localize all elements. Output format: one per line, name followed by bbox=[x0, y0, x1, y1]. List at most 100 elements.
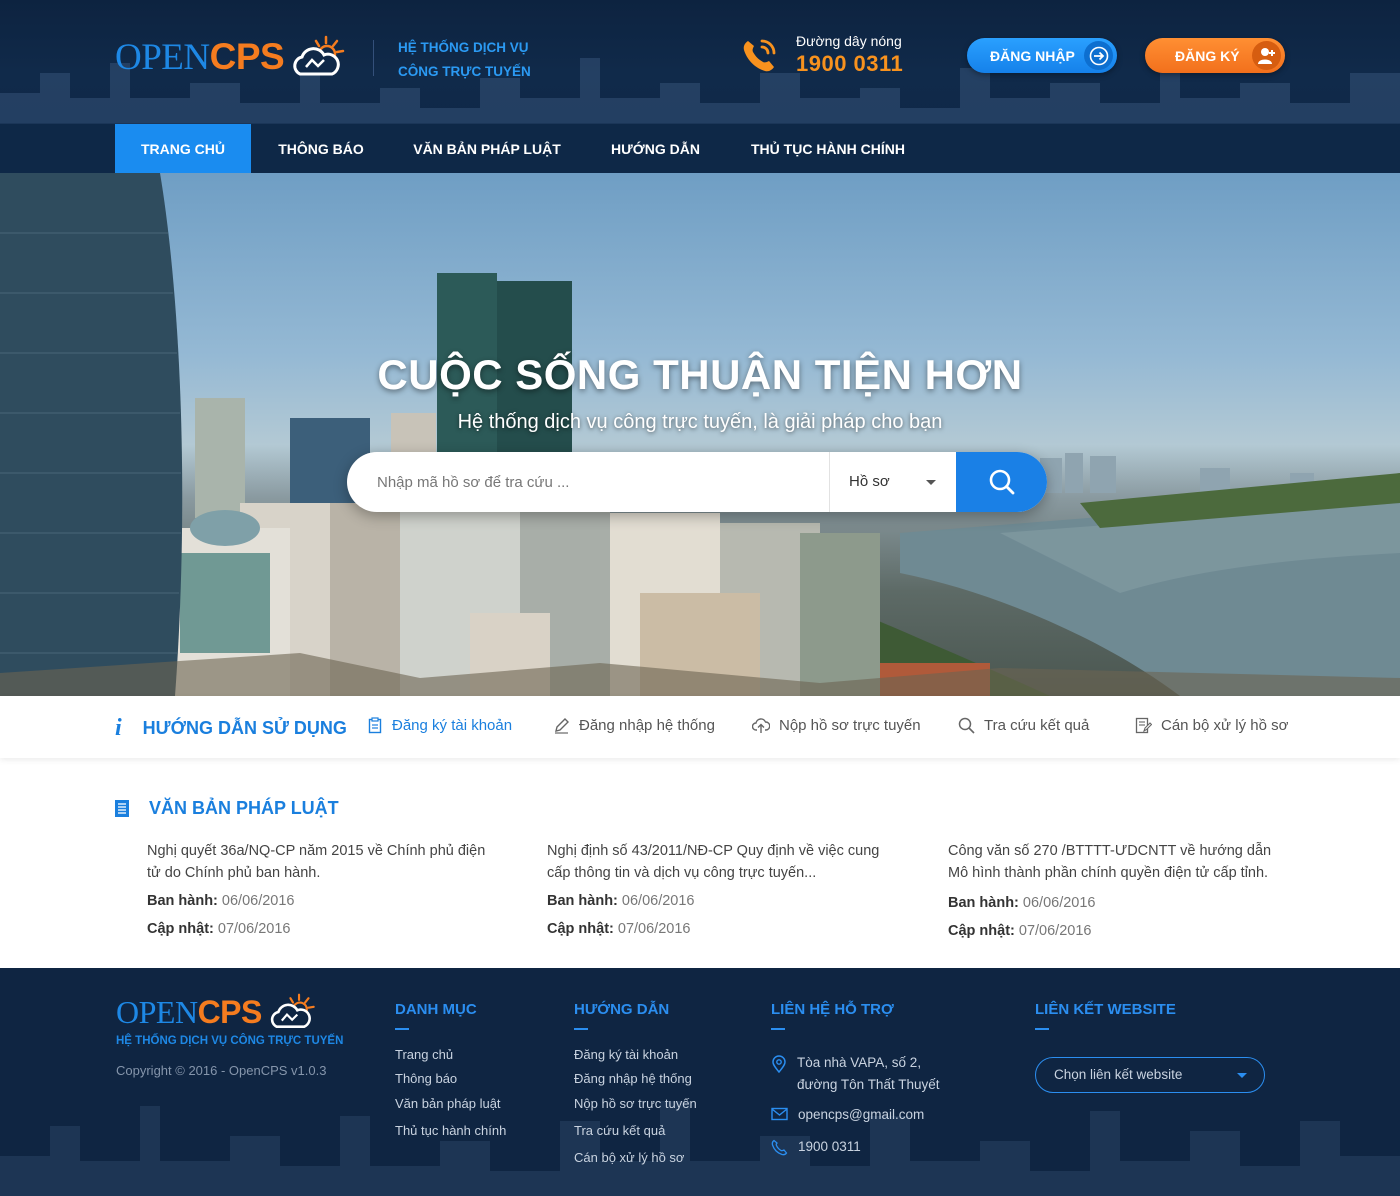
caret-down-icon bbox=[1237, 1073, 1247, 1078]
address-line-2: đường Tôn Thất Thuyết bbox=[797, 1077, 940, 1092]
contact-phone[interactable]: 1900 0311 bbox=[798, 1136, 861, 1158]
issued-label: Ban hành: bbox=[147, 893, 218, 909]
logo-cps-text: CPS bbox=[209, 36, 285, 77]
footer-col-links: LIÊN KẾT WEBSITE bbox=[1035, 1001, 1176, 1030]
updated-label: Cập nhật: bbox=[547, 921, 614, 937]
legal-doc-meta: Ban hành: 06/06/2016 Cập nhật: 07/06/201… bbox=[948, 893, 1288, 942]
search-type-select[interactable]: Hồ sơ bbox=[829, 452, 956, 512]
issued-date: 06/06/2016 bbox=[221, 893, 295, 909]
footer-col-title: LIÊN KẾT WEBSITE bbox=[1035, 1001, 1176, 1018]
header-tagline: HỆ THỐNG DỊCH VỤ CÔNG TRỰC TUYẾN bbox=[398, 36, 531, 84]
footer-contact-address: Tòa nhà VAPA, số 2, đường Tôn Thất Thuyế… bbox=[771, 1052, 939, 1096]
logo-open-text: OPEN bbox=[115, 37, 210, 78]
clipboard-icon bbox=[368, 717, 382, 734]
cloud-sun-icon bbox=[293, 35, 345, 76]
hero-subtitle: Hệ thống dịch vụ công trực tuyến, là giả… bbox=[457, 411, 943, 433]
guide-item-lookup-results[interactable]: Tra cứu kết quả bbox=[958, 717, 1089, 734]
legal-doc-title[interactable]: Nghị định số 43/2011/NĐ-CP Quy định về v… bbox=[547, 840, 887, 884]
login-arrow-icon bbox=[1084, 41, 1113, 70]
nav-item-procedures[interactable]: THỦ TỤC HÀNH CHÍNH bbox=[740, 124, 916, 174]
hero-banner: CUỘC SỐNG THUẬN TIỆN HƠN Hệ thống dịch v… bbox=[0, 173, 1400, 696]
search-input[interactable] bbox=[347, 452, 829, 512]
hero-title: CUỘC SỐNG THUẬN TIỆN HƠN bbox=[377, 351, 1023, 398]
legal-doc-meta: Ban hành: 06/06/2016 Cập nhật: 07/06/201… bbox=[547, 891, 887, 940]
footer-contact-phone[interactable]: 1900 0311 bbox=[771, 1136, 861, 1158]
add-user-icon bbox=[1252, 41, 1281, 70]
footer-col-divider bbox=[395, 1028, 409, 1030]
issued-label: Ban hành: bbox=[948, 895, 1019, 911]
legal-section-title-text: VĂN BẢN PHÁP LUẬT bbox=[149, 798, 339, 818]
search-box: Hồ sơ bbox=[347, 452, 1047, 512]
search-button[interactable] bbox=[956, 452, 1047, 512]
legal-doc-title[interactable]: Công văn số 270 /BTTTT-ƯDCNTT về hướng d… bbox=[948, 840, 1288, 884]
footer-contact-email[interactable]: opencps@gmail.com bbox=[771, 1104, 924, 1126]
phone-ringing-icon bbox=[743, 39, 776, 72]
hotline-label: Đường dây nóng bbox=[796, 33, 902, 49]
footer-copyright: Copyright © 2016 - OpenCPS v1.0.3 bbox=[116, 1063, 327, 1078]
guide-item-officer-processing[interactable]: Cán bộ xử lý hồ sơ bbox=[1135, 717, 1288, 734]
cloud-upload-icon bbox=[752, 718, 770, 733]
main-nav: TRANG CHỦ THÔNG BÁO VĂN BẢN PHÁP LUẬT HƯ… bbox=[0, 123, 1400, 174]
updated-date: 07/06/2016 bbox=[217, 921, 291, 937]
footer-col-title: DANH MỤC bbox=[395, 1001, 477, 1018]
footer-link-announcements[interactable]: Thông báo bbox=[395, 1071, 457, 1086]
legal-doc-item[interactable]: Công văn số 270 /BTTTT-ƯDCNTT về hướng d… bbox=[948, 840, 1288, 942]
footer-col-title: LIÊN HỆ HỖ TRỢ bbox=[771, 1001, 894, 1018]
nav-item-legal-documents[interactable]: VĂN BẢN PHÁP LUẬT bbox=[402, 124, 572, 174]
footer-col-divider bbox=[1035, 1028, 1049, 1030]
footer-link-register-account[interactable]: Đăng ký tài khoản bbox=[574, 1047, 678, 1062]
pencil-icon bbox=[555, 718, 569, 734]
register-button[interactable]: ĐĂNG KÝ bbox=[1145, 38, 1285, 73]
header-divider bbox=[373, 40, 374, 76]
footer-link-submit-online[interactable]: Nộp hồ sơ trực tuyến bbox=[574, 1096, 697, 1111]
legal-doc-item[interactable]: Nghị quyết 36a/NQ-CP năm 2015 về Chính p… bbox=[147, 840, 487, 940]
guide-item-login[interactable]: Đăng nhập hệ thống bbox=[553, 717, 715, 734]
site-logo[interactable]: OPENCPS bbox=[115, 32, 348, 82]
legal-doc-title[interactable]: Nghị quyết 36a/NQ-CP năm 2015 về Chính p… bbox=[147, 840, 487, 884]
footer-logo[interactable]: OPENCPS bbox=[116, 992, 318, 1032]
guide-item-label: Đăng ký tài khoản bbox=[392, 717, 513, 734]
legal-doc-item[interactable]: Nghị định số 43/2011/NĐ-CP Quy định về v… bbox=[547, 840, 887, 940]
document-list-icon bbox=[115, 800, 129, 817]
footer-link-login[interactable]: Đăng nhập hệ thống bbox=[574, 1071, 692, 1086]
tagline-line-2: CÔNG TRỰC TUYẾN bbox=[398, 64, 531, 79]
updated-label: Cập nhật: bbox=[147, 921, 214, 937]
guide-item-submit-online[interactable]: Nộp hồ sơ trực tuyến bbox=[752, 717, 921, 734]
guide-item-label: Nộp hồ sơ trực tuyến bbox=[779, 717, 921, 734]
website-link-select-value: Chọn liên kết website bbox=[1054, 1067, 1183, 1082]
footer-link-procedures[interactable]: Thủ tục hành chính bbox=[395, 1123, 506, 1138]
logo-open-text: OPEN bbox=[116, 994, 198, 1030]
usage-guide-title-text: HƯỚNG DẪN SỬ DỤNG bbox=[142, 718, 347, 738]
caret-down-icon bbox=[926, 480, 936, 485]
nav-item-announcements[interactable]: THÔNG BÁO bbox=[265, 124, 377, 174]
legal-doc-meta: Ban hành: 06/06/2016 Cập nhật: 07/06/201… bbox=[147, 891, 487, 940]
issued-label: Ban hành: bbox=[547, 893, 618, 909]
footer-tagline: HỆ THỐNG DỊCH VỤ CÔNG TRỰC TUYẾN bbox=[116, 1035, 344, 1047]
updated-date: 07/06/2016 bbox=[1018, 923, 1092, 939]
footer-link-legal-documents[interactable]: Văn bản pháp luật bbox=[395, 1096, 501, 1111]
guide-item-register-account[interactable]: Đăng ký tài khoản bbox=[367, 717, 512, 734]
issued-date: 06/06/2016 bbox=[621, 893, 695, 909]
nav-item-home[interactable]: TRANG CHỦ bbox=[115, 124, 251, 174]
phone-icon bbox=[771, 1139, 788, 1156]
hotline-number[interactable]: 1900 0311 bbox=[796, 51, 903, 77]
footer-col-contact: LIÊN HỆ HỖ TRỢ bbox=[771, 1001, 894, 1030]
website-link-select[interactable]: Chọn liên kết website bbox=[1035, 1057, 1265, 1093]
login-button[interactable]: ĐĂNG NHẬP bbox=[967, 38, 1117, 73]
footer-link-officer-processing[interactable]: Cán bộ xử lý hồ sơ bbox=[574, 1150, 684, 1165]
footer-link-home[interactable]: Trang chủ bbox=[395, 1047, 453, 1062]
updated-date: 07/06/2016 bbox=[617, 921, 691, 937]
guide-item-label: Cán bộ xử lý hồ sơ bbox=[1161, 717, 1289, 734]
register-button-label: ĐĂNG KÝ bbox=[1175, 47, 1240, 64]
map-pin-icon bbox=[772, 1055, 786, 1073]
contact-email[interactable]: opencps@gmail.com bbox=[798, 1104, 924, 1126]
top-header: OPENCPS HỆ THỐNG DỊCH VỤ CÔNG TRỰC TUYẾN… bbox=[0, 0, 1400, 123]
nav-item-guide[interactable]: HƯỚNG DẪN bbox=[598, 124, 713, 174]
address-line-1: Tòa nhà VAPA, số 2, bbox=[797, 1055, 922, 1070]
footer-link-lookup-results[interactable]: Tra cứu kết quả bbox=[574, 1123, 665, 1138]
skyline-decoration bbox=[0, 1101, 1400, 1196]
logo-cps-text: CPS bbox=[197, 994, 263, 1030]
guide-item-label: Tra cứu kết quả bbox=[984, 717, 1090, 734]
site-footer: OPENCPS HỆ THỐNG DỊCH VỤ CÔNG TRỰC TUYẾN… bbox=[0, 968, 1400, 1196]
hotline[interactable]: Đường dây nóng 1900 0311 bbox=[740, 33, 903, 77]
